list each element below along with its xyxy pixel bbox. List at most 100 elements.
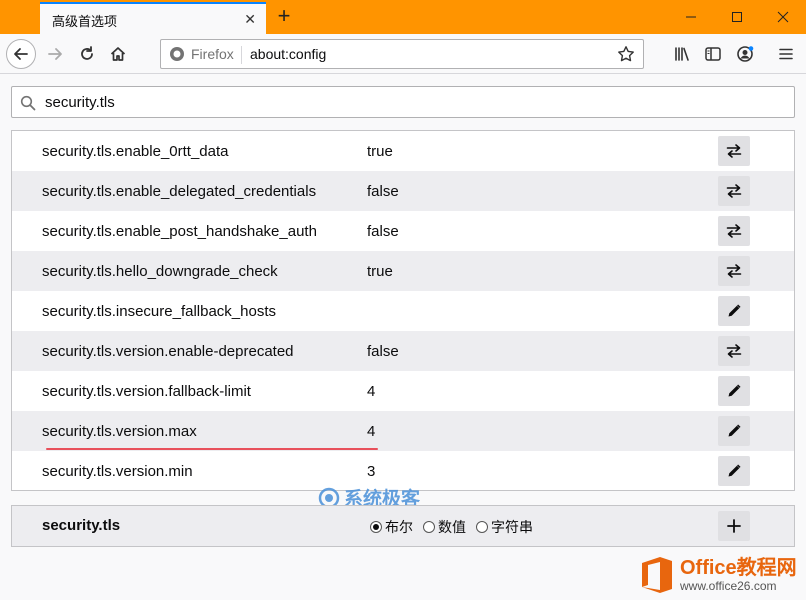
back-button[interactable] xyxy=(6,39,36,69)
library-button[interactable] xyxy=(667,39,697,69)
pref-search-box[interactable]: security.tls xyxy=(11,86,795,118)
watermark-url: www.office26.com xyxy=(680,579,777,593)
radio-boolean[interactable]: 布尔 xyxy=(370,517,413,537)
pref-value: true xyxy=(367,143,393,160)
pref-value: false xyxy=(367,223,399,240)
active-tab[interactable]: 高级首选项 ✕ xyxy=(40,2,266,34)
toggle-button[interactable] xyxy=(718,216,750,246)
bookmark-star-icon[interactable] xyxy=(617,45,635,63)
pref-row: security.tls.insecure_fallback_hosts xyxy=(12,291,794,331)
toggle-arrows-icon xyxy=(726,184,742,198)
forward-arrow-icon xyxy=(48,48,62,60)
account-icon xyxy=(737,46,754,62)
pref-row: security.tls.enable_delegated_credential… xyxy=(12,171,794,211)
pref-name: security.tls.hello_downgrade_check xyxy=(42,263,278,280)
watermark-title: Office教程网 xyxy=(680,557,797,579)
pref-row: security.tls.hello_downgrade_check true xyxy=(12,251,794,291)
hamburger-menu-icon xyxy=(779,48,793,60)
menu-button[interactable] xyxy=(771,39,801,69)
radio-label: 数值 xyxy=(438,519,466,535)
pencil-icon xyxy=(728,464,741,477)
edit-button[interactable] xyxy=(718,416,750,446)
tab-title: 高级首选项 xyxy=(52,14,118,29)
edit-button[interactable] xyxy=(718,376,750,406)
minimize-icon xyxy=(686,16,696,18)
pref-name: security.tls.enable_delegated_credential… xyxy=(42,183,317,200)
pencil-icon xyxy=(728,304,741,317)
url-input[interactable]: about:config xyxy=(250,46,326,62)
toggle-button[interactable] xyxy=(718,336,750,366)
toggle-button[interactable] xyxy=(718,176,750,206)
home-icon xyxy=(110,47,126,61)
toggle-button[interactable] xyxy=(718,256,750,286)
pref-row: security.tls.version.fallback-limit 4 xyxy=(12,371,794,411)
pencil-icon xyxy=(728,384,741,397)
prefs-table: security.tls.enable_0rtt_data true secur… xyxy=(11,130,795,491)
watermark-office26: Office教程网 www.office26.com xyxy=(640,550,806,600)
pref-value: 4 xyxy=(367,383,376,400)
close-window-button[interactable] xyxy=(760,0,806,34)
url-bar[interactable]: Firefox about:config xyxy=(160,39,644,69)
pref-row: security.tls.version.max 4 xyxy=(12,411,794,451)
radio-dot[interactable] xyxy=(476,521,488,533)
sidebar-icon xyxy=(705,47,721,61)
back-arrow-icon xyxy=(14,48,28,60)
tab-close-icon[interactable]: ✕ xyxy=(244,11,256,28)
pref-row: security.tls.enable_0rtt_data true xyxy=(12,131,794,171)
pref-name: security.tls.version.enable-deprecated xyxy=(42,343,294,360)
identity-box[interactable]: Firefox xyxy=(169,46,234,62)
firefox-icon xyxy=(170,47,184,61)
pencil-icon xyxy=(728,424,741,437)
add-pref-row: security.tls 布尔 数值 字符串 xyxy=(11,505,795,547)
pref-name: security.tls.enable_post_handshake_auth xyxy=(42,223,317,240)
reload-button[interactable] xyxy=(72,39,102,69)
toggle-button[interactable] xyxy=(718,136,750,166)
minimize-button[interactable] xyxy=(668,0,714,34)
toggle-arrows-icon xyxy=(726,344,742,358)
pref-value: 4 xyxy=(367,423,376,440)
radio-string[interactable]: 字符串 xyxy=(476,517,533,537)
radio-dot[interactable] xyxy=(370,521,382,533)
type-radio-group: 布尔 数值 字符串 xyxy=(370,517,533,537)
highlight-underline xyxy=(46,448,378,450)
toggle-arrows-icon xyxy=(726,144,742,158)
plus-icon xyxy=(727,519,741,533)
pref-row: security.tls.version.enable-deprecated f… xyxy=(12,331,794,371)
reload-icon xyxy=(81,46,93,60)
pref-value: false xyxy=(367,343,399,360)
library-icon xyxy=(675,47,689,61)
toggle-arrows-icon xyxy=(726,264,742,278)
navigation-toolbar: Firefox about:config xyxy=(0,34,806,74)
account-button[interactable] xyxy=(730,39,760,69)
search-input[interactable]: security.tls xyxy=(45,94,115,111)
radio-label: 字符串 xyxy=(491,519,533,535)
pref-value: false xyxy=(367,183,399,200)
close-icon xyxy=(777,11,789,23)
pref-name: security.tls.version.min xyxy=(42,463,193,480)
pref-value: 3 xyxy=(367,463,376,480)
radio-number[interactable]: 数值 xyxy=(423,517,466,537)
search-icon xyxy=(20,95,36,111)
radio-dot[interactable] xyxy=(423,521,435,533)
home-button[interactable] xyxy=(103,39,133,69)
office-logo-icon xyxy=(642,557,672,593)
tab-bar: 高级首选项 ✕ + xyxy=(0,0,806,34)
maximize-button[interactable] xyxy=(714,0,760,34)
edit-button[interactable] xyxy=(718,296,750,326)
pref-value: true xyxy=(367,263,393,280)
url-separator xyxy=(241,46,242,64)
forward-button[interactable] xyxy=(40,39,70,69)
pref-name: security.tls.enable_0rtt_data xyxy=(42,143,229,160)
new-tab-button[interactable]: + xyxy=(272,4,296,28)
pref-name: security.tls.version.max xyxy=(42,423,197,440)
pref-name: security.tls.insecure_fallback_hosts xyxy=(42,303,276,320)
edit-button[interactable] xyxy=(718,456,750,486)
pref-name: security.tls.version.fallback-limit xyxy=(42,383,251,400)
add-button[interactable] xyxy=(718,511,750,541)
maximize-icon xyxy=(732,12,742,22)
sidebar-button[interactable] xyxy=(698,39,728,69)
radio-label: 布尔 xyxy=(385,519,413,535)
toggle-arrows-icon xyxy=(726,224,742,238)
new-pref-name: security.tls xyxy=(42,517,121,534)
pref-row: security.tls.enable_post_handshake_auth … xyxy=(12,211,794,251)
